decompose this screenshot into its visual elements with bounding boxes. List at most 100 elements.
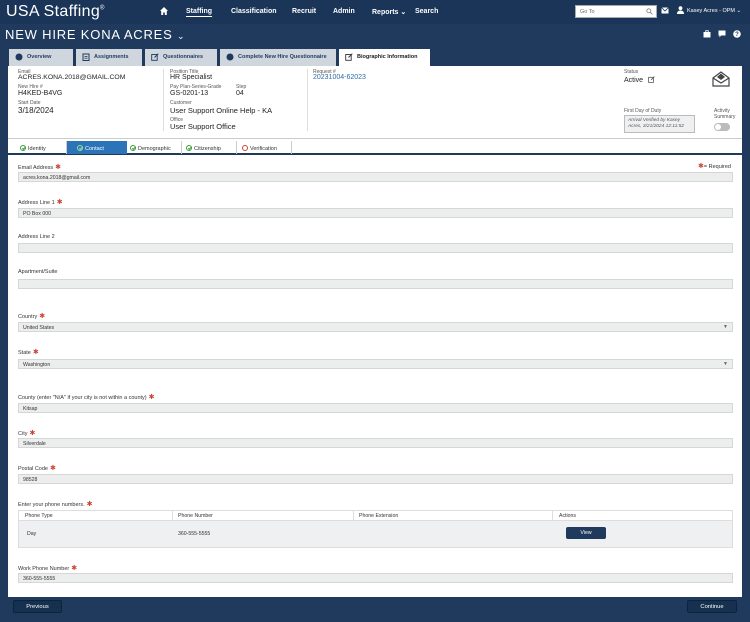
county-label: County (enter "N/A" if your city is not … <box>18 393 155 401</box>
continue-button[interactable]: Continue <box>687 600 737 613</box>
edit-status-icon[interactable] <box>648 76 655 83</box>
address-line-2-field[interactable] <box>18 243 733 253</box>
required-marker: ✱ <box>49 465 56 472</box>
mail-icon[interactable] <box>661 7 669 14</box>
apartment-suite-field[interactable] <box>18 279 733 289</box>
activity-summary-label-2: Summary <box>714 114 736 120</box>
tab-label: Biographic Information <box>357 54 418 60</box>
required-marker: ✱ <box>32 349 39 356</box>
city-label: City ✱ <box>18 429 35 437</box>
edit-icon <box>151 53 159 61</box>
tab-label: Assignments <box>94 54 129 60</box>
chevron-down-icon: ▼ <box>723 361 728 367</box>
activity-summary-toggle[interactable] <box>714 123 730 131</box>
column-divider <box>552 511 553 521</box>
required-marker: ✱ <box>86 501 93 508</box>
column-header: Phone Number <box>178 513 213 519</box>
edit-icon <box>345 53 353 61</box>
state-select[interactable]: Washington ▼ <box>18 359 733 369</box>
email-address-field[interactable]: acres.kona.2018@gmail.com <box>18 172 733 182</box>
state-label: State ✱ <box>18 348 39 356</box>
office-value: User Support Office <box>170 122 236 131</box>
divider <box>163 69 164 131</box>
country-select[interactable]: United States ▼ <box>18 322 733 332</box>
brand-name: USA Staffing <box>6 3 101 20</box>
incomplete-icon <box>242 145 248 151</box>
top-navigation-bar: USA Staffing® Staffing Classification Re… <box>0 0 750 24</box>
phone-type-cell: Day <box>27 531 37 537</box>
envelope-icon[interactable] <box>712 71 730 87</box>
step-label: Contact <box>85 146 104 152</box>
first-day-of-duty-label: First Day of Duty <box>624 108 662 114</box>
nav-admin[interactable]: Admin <box>333 8 355 15</box>
nav-staffing[interactable]: Staffing <box>186 8 212 15</box>
tab-complete-questionnaire[interactable]: Complete New Hire Questionnaire <box>220 49 336 66</box>
new-hire-number-value: H4KED-B4VG <box>18 90 63 97</box>
previous-button[interactable]: Previous <box>13 600 62 613</box>
tab-questionnaires[interactable]: Questionnaires <box>145 49 217 66</box>
home-icon[interactable] <box>159 6 169 16</box>
footer-bar: Previous Continue <box>0 597 750 622</box>
view-phone-button[interactable]: View <box>566 527 606 539</box>
start-date-value: 3/18/2024 <box>18 106 54 115</box>
tab-biographic-information[interactable]: Biographic Information <box>339 49 430 66</box>
check-icon <box>77 145 83 151</box>
globe-icon <box>226 53 234 61</box>
status-label: Status <box>624 69 639 75</box>
work-phone-label-text: Work Phone Number <box>18 566 70 572</box>
step-verification[interactable]: Verification <box>242 141 277 154</box>
chevron-down-icon: ▼ <box>723 324 728 330</box>
email-address-label-text: Email Address <box>18 165 54 171</box>
nav-recruit[interactable]: Recruit <box>292 8 316 15</box>
required-legend: ✱= Required <box>698 162 731 170</box>
required-marker: ✱ <box>148 394 155 401</box>
step-citizenship[interactable]: Citizenship <box>186 141 221 154</box>
phone-numbers-table: Phone Type Phone Number Phone Extension … <box>18 510 733 548</box>
step-identity[interactable]: Identity <box>20 141 46 154</box>
status-value: Active <box>624 77 644 84</box>
page-title[interactable]: NEW HIRE KONA ACRES ⌄ <box>5 27 185 42</box>
column-header: Phone Type <box>25 513 53 519</box>
user-icon[interactable] <box>677 6 684 14</box>
address-line-1-field[interactable]: PO Box 000 <box>18 208 733 218</box>
county-field[interactable]: Kitsap <box>18 403 733 413</box>
main-panel: Email ACRES.KONA.2018@GMAIL.COM New Hire… <box>8 66 742 597</box>
tab-bar: Overview Assignments Questionnaires Comp… <box>0 46 750 66</box>
new-hire-summary: Email ACRES.KONA.2018@GMAIL.COM New Hire… <box>8 66 742 139</box>
position-title-value: HR Specialist <box>170 74 213 81</box>
brand-mark: ® <box>100 5 105 12</box>
city-label-text: City <box>18 431 28 437</box>
apartment-suite-label: Apartment/Suite <box>18 269 58 275</box>
step-label: Demographic <box>138 146 171 152</box>
step-contact[interactable]: Contact <box>67 141 127 154</box>
nav-search[interactable]: Search <box>415 8 438 15</box>
postal-code-field[interactable]: 98528 <box>18 474 733 484</box>
step-label: Citizenship <box>194 146 221 152</box>
email-address-label: Email Address ✱ <box>18 163 61 171</box>
page-title-text: NEW HIRE KONA ACRES <box>5 27 173 42</box>
nav-classification[interactable]: Classification <box>231 8 277 15</box>
user-menu[interactable]: Kasey Acres - OPM ⌄ <box>687 8 741 14</box>
overview-icon <box>15 53 23 61</box>
goto-input[interactable]: Go To <box>575 5 657 18</box>
brand-logo[interactable]: USA Staffing® <box>6 3 105 21</box>
search-icon[interactable] <box>646 8 653 15</box>
tab-assignments[interactable]: Assignments <box>76 49 142 66</box>
comment-icon[interactable] <box>718 30 726 38</box>
request-number-link[interactable]: 20231004-62023 <box>313 74 366 81</box>
briefcase-icon[interactable] <box>703 30 711 38</box>
title-bar: NEW HIRE KONA ACRES ⌄ ? <box>0 24 750 46</box>
goto-placeholder: Go To <box>580 9 595 15</box>
step-demographic[interactable]: Demographic <box>130 141 171 154</box>
city-field[interactable]: Silverdale <box>18 438 733 448</box>
table-header: Phone Type Phone Number Phone Extension … <box>19 511 732 521</box>
column-divider <box>172 511 173 521</box>
tab-overview[interactable]: Overview <box>9 49 73 66</box>
phone-numbers-label: Enter your phone numbers. ✱ <box>18 500 93 508</box>
phone-numbers-label-text: Enter your phone numbers. <box>18 502 85 508</box>
customer-value: User Support Online Help - KA <box>170 106 273 115</box>
nav-reports[interactable]: Reports ⌄ <box>372 8 406 16</box>
help-icon[interactable]: ? <box>733 30 741 38</box>
work-phone-field[interactable]: 360-555-5555 <box>18 573 733 583</box>
arrival-verified-note: Arrival Verified by Kasey Acres, 3/21/20… <box>624 115 695 133</box>
